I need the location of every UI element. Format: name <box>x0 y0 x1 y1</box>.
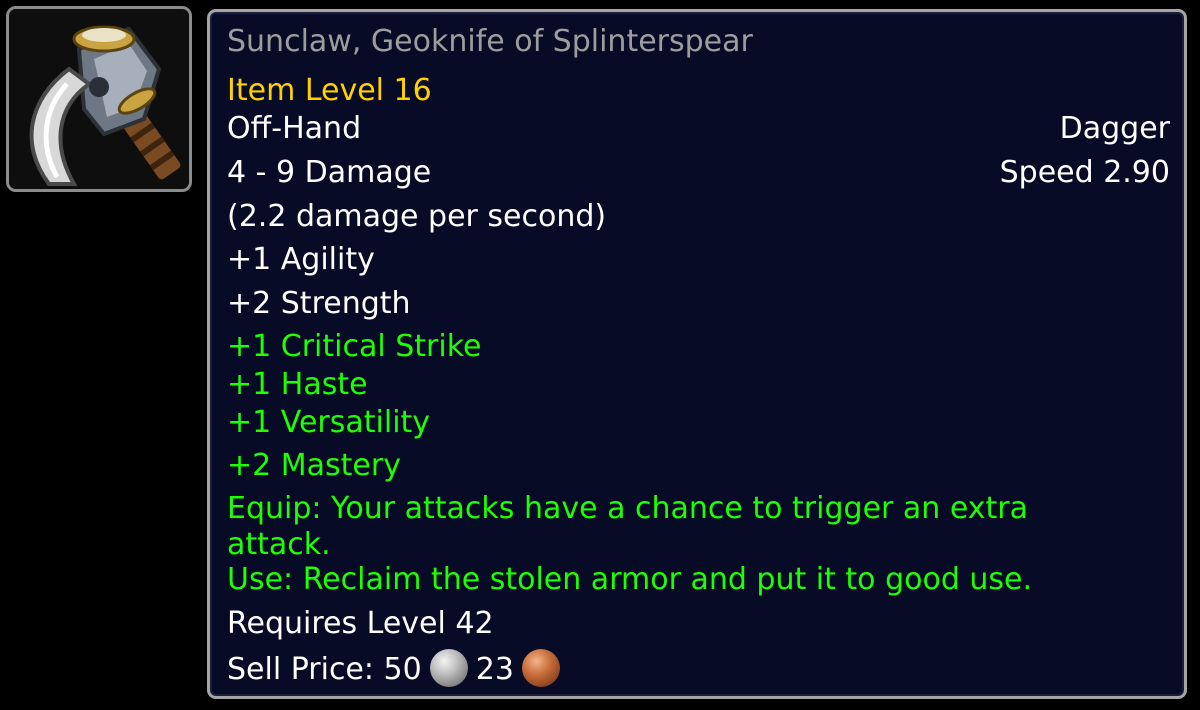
sell-price-silver: 50 <box>383 652 422 687</box>
silver-coin-icon <box>429 649 468 687</box>
stat-haste: +1 Haste <box>227 367 368 402</box>
damage-speed-row: 4 - 9 Damage Speed 2.90 <box>227 155 1170 191</box>
stat-agility: +1 Agility <box>227 242 375 277</box>
sell-price-row: Sell Price: 50 23 <box>227 649 1170 688</box>
slot-type-row: Off-Hand Dagger <box>227 111 1170 147</box>
item-name: Sunclaw, Geoknife of Splinterspear <box>227 24 753 59</box>
equip-effect: Equip: Your attacks have a chance to tri… <box>227 491 1028 562</box>
dagger-icon <box>9 9 189 189</box>
copper-coin-icon <box>521 649 560 687</box>
item-dps: (2.2 damage per second) <box>227 199 607 234</box>
stat-mastery: +2 Mastery <box>227 448 401 483</box>
item-type: Dagger <box>1059 111 1170 146</box>
stat-strength: +2 Strength <box>227 286 411 321</box>
item-level: Item Level 16 <box>227 73 432 108</box>
item-icon-frame[interactable] <box>6 6 192 192</box>
stat-critical-strike: +1 Critical Strike <box>227 329 482 364</box>
sell-price-label: Sell Price: <box>227 652 374 687</box>
item-damage: 4 - 9 Damage <box>227 155 432 190</box>
use-effect: Use: Reclaim the stolen armor and put it… <box>227 562 1033 597</box>
sell-price-copper: 23 <box>475 652 514 687</box>
item-slot: Off-Hand <box>227 111 362 146</box>
item-tooltip: Sunclaw, Geoknife of Splinterspear Item … <box>207 9 1187 699</box>
level-requirement: Requires Level 42 <box>227 606 494 641</box>
stat-versatility: +1 Versatility <box>227 405 431 440</box>
item-speed: Speed 2.90 <box>999 155 1170 190</box>
